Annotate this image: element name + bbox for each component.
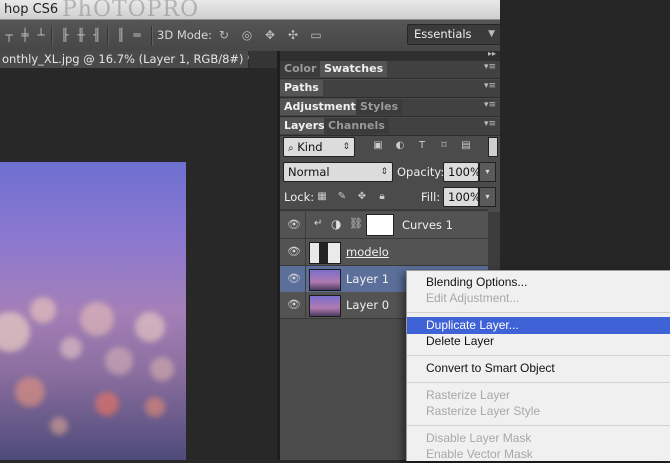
filter-shape-icon[interactable]: ⌑: [438, 140, 450, 152]
panel-group-paths: Paths ▾≡: [280, 80, 500, 98]
tab-channels[interactable]: Channels: [324, 118, 389, 134]
distribute-horizontal-icon[interactable]: ║: [114, 27, 128, 43]
mask-link-icon[interactable]: ⛓︎: [349, 217, 363, 230]
align-middle-icon[interactable]: ╪: [18, 27, 32, 43]
tab-color[interactable]: Color: [280, 61, 321, 77]
fill-slider-button[interactable]: ▾: [479, 187, 496, 207]
distribute-left-icon[interactable]: ╟: [58, 27, 72, 43]
panel-group-adjustments: Adjustments Styles ▾≡: [280, 99, 500, 117]
fill-label: Fill:: [421, 190, 441, 204]
watermark-logo: PhOTOPRO: [62, 0, 200, 22]
fill-input[interactable]: 100%: [443, 187, 481, 207]
tab-bar-empty: [249, 51, 277, 68]
visibility-eye-icon[interactable]: 👁︎: [287, 218, 301, 232]
document-tab-label: onthly_XL.jpg @ 16.7% (Layer 1, RGB/8#) …: [2, 52, 253, 66]
menu-item-enable-vector-mask: Enable Vector Mask: [426, 447, 533, 461]
workspace-label: Essentials: [414, 27, 472, 41]
menu-item-edit-adjustment: Edit Adjustment...: [426, 291, 520, 305]
tab-paths[interactable]: Paths: [280, 80, 323, 96]
layer-thumbnail: [309, 269, 341, 291]
layer-thumbnail: [309, 295, 341, 317]
3d-pan-icon[interactable]: ✥: [263, 27, 277, 43]
opacity-slider-button[interactable]: ▾: [479, 162, 496, 182]
3d-rotate-icon[interactable]: ↻: [217, 27, 231, 43]
menu-item-convert-smart-object[interactable]: Convert to Smart Object: [407, 360, 670, 377]
lock-transparency-icon[interactable]: ▦: [316, 191, 328, 203]
lock-image-icon[interactable]: ✎: [336, 191, 348, 203]
opacity-value: 100%: [448, 165, 481, 179]
panel-menu-icon[interactable]: ▾≡: [484, 119, 496, 129]
3d-mode-label: 3D Mode:: [157, 28, 213, 42]
3d-slide-icon[interactable]: ✣: [286, 27, 300, 43]
opacity-input[interactable]: 100%: [443, 162, 481, 182]
fill-value: 100%: [448, 190, 481, 204]
filter-type-icon[interactable]: T: [416, 140, 428, 152]
layer-name: Layer 0: [346, 298, 390, 312]
distribute-right-icon[interactable]: ╢: [90, 27, 104, 43]
filter-toggle-switch[interactable]: [488, 137, 498, 157]
tab-layers[interactable]: Layers: [280, 118, 329, 134]
layer-context-menu: Blending Options... Edit Adjustment... D…: [406, 270, 670, 461]
options-bar: ┬ ╪ ┴ ╟ ╫ ╢ ║ ═ 3D Mode: ↻ ◎ ✥ ✣ ▭ Essen…: [0, 20, 501, 52]
menu-item-disable-layer-mask: Disable Layer Mask: [426, 431, 532, 445]
opacity-label: Opacity:: [397, 165, 445, 179]
tab-adjustments[interactable]: Adjustments: [280, 99, 367, 115]
collapse-panels-icon[interactable]: ▸▸: [488, 49, 496, 58]
menu-item-duplicate-layer[interactable]: Duplicate Layer...: [407, 317, 670, 334]
filter-adjustment-icon[interactable]: ◐: [394, 140, 406, 152]
app-title: hop CS6: [4, 2, 59, 17]
menu-item-rasterize-layer-style: Rasterize Layer Style: [426, 404, 541, 418]
menu-item-blending-options[interactable]: Blending Options...: [407, 274, 670, 291]
document-image[interactable]: [0, 162, 186, 460]
align-top-icon[interactable]: ┬: [2, 27, 16, 43]
layer-mask-thumbnail[interactable]: [366, 214, 394, 236]
lock-position-icon[interactable]: ✥: [356, 191, 368, 203]
blend-mode-select[interactable]: Normal ⇕: [283, 162, 393, 182]
adjustment-layer-icon: ◑: [331, 217, 342, 231]
chevron-updown-icon: ⇕: [342, 142, 350, 152]
search-icon: ⌕: [288, 143, 294, 154]
layer-name: modelo: [346, 245, 389, 259]
blend-mode-value: Normal: [288, 165, 330, 179]
panel-menu-icon[interactable]: ▾≡: [484, 62, 496, 72]
visibility-eye-icon[interactable]: 👁︎: [287, 298, 301, 312]
layer-row-modelo[interactable]: 👁︎ modelo: [280, 239, 488, 266]
layer-filter-select[interactable]: ⌕ Kind ⇕: [283, 137, 355, 157]
visibility-eye-icon[interactable]: 👁︎: [287, 245, 301, 259]
distribute-vertical-icon[interactable]: ═: [130, 27, 144, 43]
filter-pixel-icon[interactable]: ▣: [372, 140, 384, 152]
canvas-area[interactable]: [0, 68, 277, 460]
layer-name: Curves 1: [402, 218, 453, 232]
filter-smart-object-icon[interactable]: ▤: [460, 140, 472, 152]
layer-name: Layer 1: [346, 272, 390, 286]
distribute-center-icon[interactable]: ╫: [74, 27, 88, 43]
3d-scale-icon[interactable]: ▭: [309, 27, 323, 43]
workspace-switcher[interactable]: Essentials ▼: [407, 24, 501, 45]
panel-dock-header: ▸▸: [280, 49, 500, 61]
align-bottom-icon[interactable]: ┴: [34, 27, 48, 43]
panel-menu-icon[interactable]: ▾≡: [484, 100, 496, 110]
3d-roll-icon[interactable]: ◎: [240, 27, 254, 43]
clip-arrow-icon: ↵: [314, 218, 323, 229]
layer-thumbnail: [309, 242, 341, 264]
menu-item-rasterize-layer: Rasterize Layer: [426, 388, 511, 402]
title-bar: hop CS6 PhOTOPRO: [0, 0, 500, 22]
visibility-eye-icon[interactable]: 👁︎: [287, 272, 301, 286]
panel-menu-icon[interactable]: ▾≡: [484, 81, 496, 91]
panel-group-layers: Layers Channels ▾≡: [280, 118, 500, 136]
tab-swatches[interactable]: Swatches: [320, 61, 388, 77]
panel-group-color: Color Swatches ▾≡: [280, 61, 500, 79]
layer-row-curves[interactable]: 👁︎ ↵ ◑ ⛓︎ Curves 1: [280, 212, 488, 239]
lock-all-icon[interactable]: 🔒︎: [376, 191, 388, 203]
layer-filter-label: Kind: [297, 140, 323, 154]
tab-styles[interactable]: Styles: [356, 99, 403, 115]
lock-label: Lock:: [284, 190, 315, 204]
menu-item-delete-layer[interactable]: Delete Layer: [407, 333, 670, 350]
chevron-down-icon: ▼: [488, 29, 495, 39]
document-tab[interactable]: onthly_XL.jpg @ 16.7% (Layer 1, RGB/8#) …: [0, 51, 253, 68]
chevron-updown-icon: ⇕: [380, 167, 388, 177]
